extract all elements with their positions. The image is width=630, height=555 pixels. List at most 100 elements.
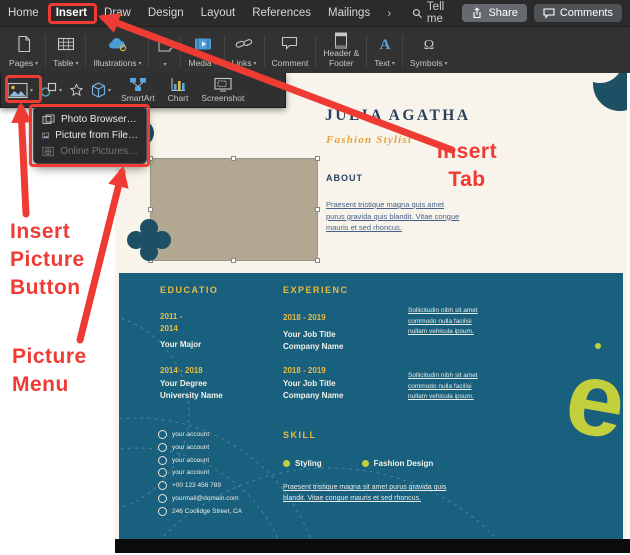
education-heading: EDUCATIO [160, 285, 218, 295]
illustrations-label: Illustrations [93, 59, 136, 69]
tab-draw[interactable]: Draw [104, 7, 131, 19]
insert-smartart-button[interactable]: SmartArt [118, 77, 158, 103]
smartart-icon [129, 77, 147, 92]
selection-handle[interactable] [315, 156, 320, 161]
svg-text:A: A [379, 37, 390, 52]
ribbon-illustrations-button[interactable]: Illustrations▾ [86, 29, 148, 73]
resume-teal-section: EDUCATIO 2011 - 2014 Your Major 2014 - 2… [119, 273, 623, 539]
insert-tab-callout: Insert Tab [425, 138, 509, 194]
exp-job-title: Your Job Title [283, 378, 343, 390]
screenshot-label: Screenshot [201, 93, 244, 103]
contact-row: your account [158, 456, 242, 465]
ribbon-media-button[interactable]: Media▾ [181, 29, 223, 73]
arrow-to-picture-button [21, 108, 26, 214]
edu-major: Your Major [160, 339, 201, 351]
header-footer-icon [334, 32, 348, 49]
contact-text: your account [172, 431, 209, 438]
chevron-down-icon: ▾ [108, 87, 111, 94]
insert-shapes-button[interactable]: ▾ [40, 82, 62, 98]
edu-years: 2014 - 2018 [160, 365, 203, 377]
ribbon-addins-button[interactable]: ▾ [149, 29, 180, 73]
insert-screenshot-button[interactable]: Screenshot [198, 77, 247, 103]
skill-heading: SKILL [283, 430, 317, 440]
cube-icon [91, 82, 106, 98]
comments-icon [543, 8, 555, 19]
email-icon [158, 494, 167, 503]
phone-icon [158, 481, 167, 490]
twitter-icon [158, 456, 167, 465]
contact-row: your account [158, 430, 242, 439]
table-label: Table [53, 59, 73, 69]
share-button[interactable]: Share [462, 4, 526, 22]
tell-me[interactable]: Tell me [412, 1, 462, 25]
chevron-down-icon: ▾ [75, 61, 78, 68]
note-line: Sollicitudin nibh sit amet [408, 306, 478, 317]
skill-text: Praesent tristique magna sit amet purus … [283, 482, 463, 504]
selected-image-placeholder[interactable] [150, 158, 318, 261]
tab-layout[interactable]: Layout [201, 7, 236, 19]
comment-label: Comment [272, 59, 309, 69]
bullet-dot-icon [362, 460, 369, 467]
contact-text: your account [172, 469, 209, 476]
note-line: commodo nulla facilisi [408, 382, 478, 393]
share-label: Share [488, 7, 517, 19]
search-icon [412, 8, 423, 19]
text-label: Text [374, 59, 390, 69]
selection-handle[interactable] [315, 207, 320, 212]
ribbon-header-footer-button[interactable]: Header &Footer [316, 29, 366, 73]
insert-3d-models-button[interactable]: ▾ [91, 82, 111, 98]
chevron-down-icon: ▾ [444, 61, 447, 68]
contact-text: yourmail@domain.com [172, 495, 239, 502]
edu-university: University Name [160, 390, 223, 402]
tab-mailings[interactable]: Mailings [328, 7, 370, 19]
insert-icons-button[interactable] [69, 83, 84, 98]
ribbon-text-button[interactable]: A Text▾ [367, 29, 402, 73]
pages-icon [16, 32, 32, 55]
contact-row: +00 123 456 789 [158, 481, 242, 490]
insert-chart-button[interactable]: Chart [165, 77, 192, 103]
note-line: commodo nulla facilisi [408, 317, 478, 328]
chart-icon [170, 77, 186, 92]
smartart-label: SmartArt [121, 93, 155, 103]
flower-decoration [125, 219, 173, 265]
selection-handle[interactable] [148, 207, 153, 212]
chevron-down-icon: ▾ [214, 61, 217, 68]
tab-design[interactable]: Design [148, 7, 184, 19]
selection-handle[interactable] [231, 156, 236, 161]
chevron-down-icon: ▾ [163, 62, 166, 69]
titlebar-actions: Share Comments [462, 4, 622, 22]
website-icon [158, 468, 167, 477]
ribbon-comment-button[interactable]: Comment [265, 29, 316, 73]
contact-row: 246 Coolidge Street, CA [158, 507, 242, 516]
screenshot-icon [214, 77, 232, 92]
media-label: Media [188, 59, 211, 69]
note-line: nullam vehicula ipsum. [408, 327, 478, 338]
comments-button[interactable]: Comments [534, 4, 622, 22]
ribbon-pages-button[interactable]: Pages▾ [2, 29, 45, 73]
about-heading: ABOUT [326, 173, 363, 183]
comments-label: Comments [560, 7, 613, 19]
selection-handle[interactable] [231, 258, 236, 263]
links-icon [235, 32, 253, 55]
chart-label: Chart [168, 93, 189, 103]
contact-text: +00 123 456 789 [172, 482, 221, 489]
document-page[interactable]: JULIA AGATHA Fashion Stylist ABOUT Praes… [115, 73, 627, 539]
tab-references[interactable]: References [252, 7, 311, 19]
tell-me-label: Tell me [427, 1, 463, 25]
media-icon [194, 32, 212, 55]
contact-text: your account [172, 444, 209, 451]
ribbon-symbols-button[interactable]: Ω Symbols▾ [403, 29, 455, 73]
selection-handle[interactable] [315, 258, 320, 263]
contact-row: yourmail@domain.com [158, 494, 242, 503]
chevron-down-icon: ▾ [254, 61, 257, 68]
ribbon-table-button[interactable]: Table▾ [46, 29, 85, 73]
tab-home[interactable]: Home [8, 7, 39, 19]
skill-item: Styling [283, 459, 322, 468]
bullet-dot-icon [283, 460, 290, 467]
contact-text: your account [172, 457, 209, 464]
tab-overflow-chevron-icon[interactable]: › [387, 6, 391, 20]
symbols-omega-icon: Ω [421, 32, 437, 55]
resume-role: Fashion Stylist [326, 134, 412, 146]
pages-label: Pages [9, 59, 33, 69]
ribbon-links-button[interactable]: Links▾ [225, 29, 264, 73]
